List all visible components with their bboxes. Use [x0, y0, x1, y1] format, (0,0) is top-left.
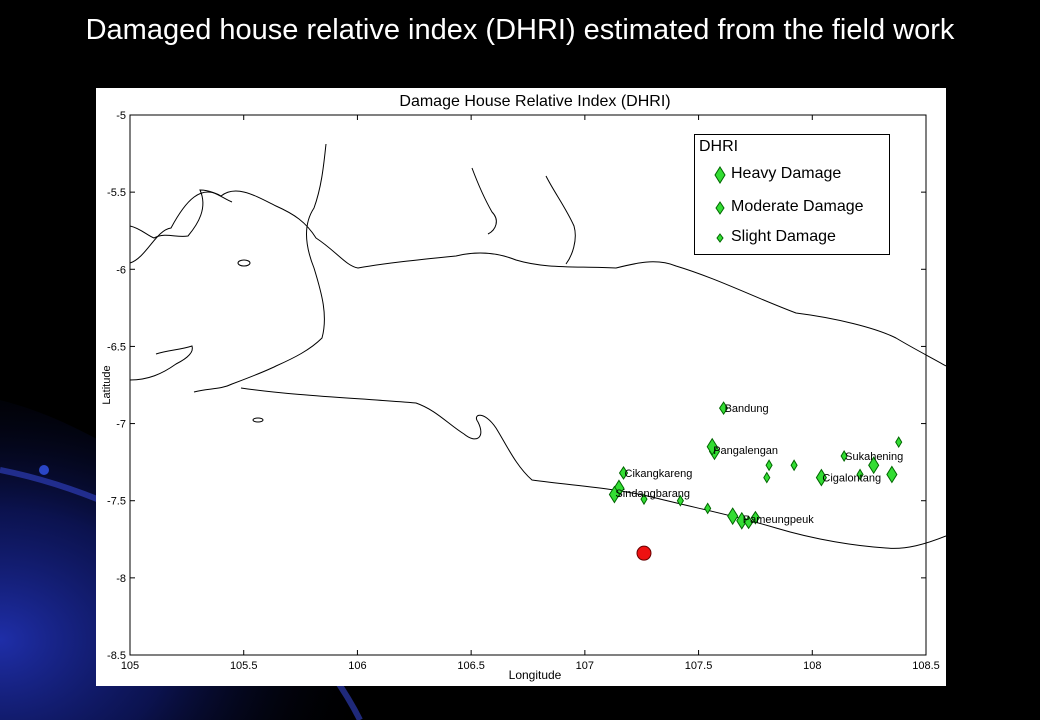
- y-axis-label: Latitude: [101, 365, 113, 404]
- x-tick-label: 107: [576, 660, 594, 672]
- y-tick-label: -5: [116, 110, 126, 122]
- epicenter-layer: [636, 545, 652, 561]
- data-markers: [608, 401, 903, 530]
- legend-label-slight: Slight Damage: [731, 228, 836, 245]
- place-label: Sukahening: [845, 451, 903, 463]
- damage-marker-large: [727, 507, 739, 526]
- place-label: Pangalengan: [713, 445, 778, 457]
- place-label: Pameungpeuk: [743, 514, 814, 526]
- chart-title: Damage House Relative Index (DHRI): [399, 93, 670, 110]
- x-tick-label: 106: [348, 660, 366, 672]
- y-tick-label: -7.5: [107, 496, 126, 508]
- y-tick-label: -7: [116, 419, 126, 431]
- damage-marker-large: [886, 465, 898, 484]
- place-label: Sindangbarang: [615, 488, 690, 500]
- legend-label-heavy: Heavy Damage: [731, 165, 842, 182]
- y-tick-label: -5.5: [107, 187, 126, 199]
- place-label: Cikangkareng: [625, 468, 693, 480]
- place-label: Bandung: [725, 403, 769, 415]
- legend-title: DHRI: [699, 138, 739, 155]
- legend: DHRI Heavy Damage Moderate Damage Slight…: [694, 134, 890, 255]
- damage-marker-small: [895, 436, 903, 449]
- y-tick-label: -6: [116, 264, 126, 276]
- x-tick-label: 108: [803, 660, 821, 672]
- place-labels: Bandung Pangalengan Cikangkareng Sindangbar…: [615, 403, 903, 526]
- epicenter-marker: [636, 545, 652, 561]
- heavy-diamond-icon: [714, 166, 726, 184]
- x-tick-label: 106.5: [457, 660, 485, 672]
- y-tick-label: -8: [116, 573, 126, 585]
- slide-title: Damaged house relative index (DHRI) esti…: [85, 14, 955, 46]
- x-tick-label: 107.5: [685, 660, 713, 672]
- slight-diamond-icon: [716, 233, 724, 243]
- damage-marker-small: [704, 502, 712, 515]
- figure-panel: Damage House Relative Index (DHRI) Longi…: [96, 88, 946, 686]
- x-tick-label: 105.5: [230, 660, 258, 672]
- moderate-diamond-icon: [715, 201, 725, 215]
- damage-marker-small: [763, 471, 771, 484]
- damage-marker-small: [790, 459, 798, 472]
- place-label: Cigalontang: [822, 473, 881, 485]
- y-tick-label: -8.5: [107, 650, 126, 662]
- legend-label-moderate: Moderate Damage: [731, 198, 864, 215]
- x-axis-label: Longitude: [509, 668, 562, 682]
- damage-marker-small: [765, 459, 773, 472]
- y-tick-label: -6.5: [107, 341, 126, 353]
- x-tick-label: 108.5: [912, 660, 940, 672]
